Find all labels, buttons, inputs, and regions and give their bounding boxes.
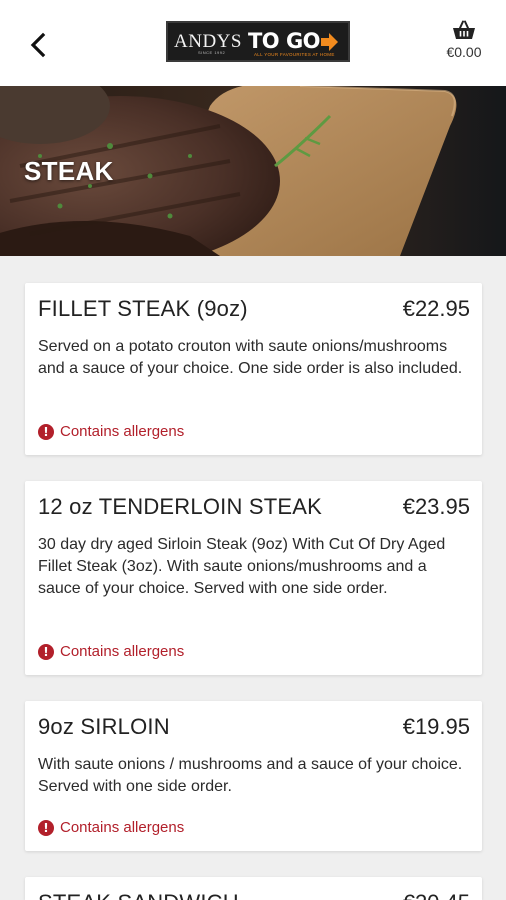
brand-logo: ANDYS SINCE 1992 TO GO ALL YOUR FAVOURIT… <box>166 21 350 62</box>
menu-item-description: With saute onions / mushrooms and a sauc… <box>38 756 463 795</box>
basket-total: €0.00 <box>446 44 482 60</box>
menu-item-name: STEAK SANDWICH <box>38 890 239 900</box>
alert-circle-icon: ! <box>38 819 54 836</box>
allergen-label: Contains allergens <box>60 819 185 836</box>
allergen-notice[interactable]: ! Contains allergens <box>38 819 184 836</box>
menu-item-price: €23.95 <box>402 494 470 519</box>
allergen-notice[interactable]: ! Contains allergens <box>38 423 184 440</box>
shopping-basket-icon <box>453 20 475 39</box>
allergen-notice[interactable]: ! Contains allergens <box>38 643 184 660</box>
menu-item-card[interactable]: STEAK SANDWICH €20.45 <box>25 877 482 900</box>
menu-item-name: FILLET STEAK (9oz) <box>38 296 248 321</box>
menu-item-name: 12 oz TENDERLOIN STEAK <box>38 494 322 519</box>
menu-item-name: 9oz SIRLOIN <box>38 714 170 739</box>
menu-item-description: Served on a potato crouton with saute on… <box>38 338 463 377</box>
menu-item-description: 30 day dry aged Sirloin Steak (9oz) With… <box>38 536 446 597</box>
logo-text-togo: TO GO <box>247 29 321 53</box>
alert-circle-icon: ! <box>38 423 54 440</box>
chevron-left-icon <box>30 32 46 58</box>
menu-item-card[interactable]: 12 oz TENDERLOIN STEAK €23.95 30 day dry… <box>25 481 482 675</box>
category-banner: STEAK <box>0 86 506 256</box>
alert-circle-icon: ! <box>38 643 54 660</box>
logo-text-andys: ANDYS <box>174 31 242 52</box>
allergen-label: Contains allergens <box>60 423 185 440</box>
menu-item-card[interactable]: FILLET STEAK (9oz) €22.95 Served on a po… <box>25 283 482 455</box>
back-button[interactable] <box>22 28 54 62</box>
allergen-label: Contains allergens <box>60 643 185 660</box>
menu-item-card[interactable]: 9oz SIRLOIN €19.95 With saute onions / m… <box>25 701 482 851</box>
basket-button[interactable]: €0.00 <box>434 20 494 70</box>
menu-item-price: €19.95 <box>402 714 470 739</box>
app-header: ANDYS SINCE 1992 TO GO ALL YOUR FAVOURIT… <box>0 0 506 86</box>
menu-item-price: €20.45 <box>403 890 470 900</box>
arrow-right-icon <box>321 32 339 52</box>
menu-item-price: €22.95 <box>402 296 470 321</box>
category-title: STEAK <box>24 156 114 186</box>
logo-text-since: SINCE 1992 <box>198 50 226 55</box>
logo-tagline: ALL YOUR FAVOURITES AT HOME <box>254 52 335 57</box>
